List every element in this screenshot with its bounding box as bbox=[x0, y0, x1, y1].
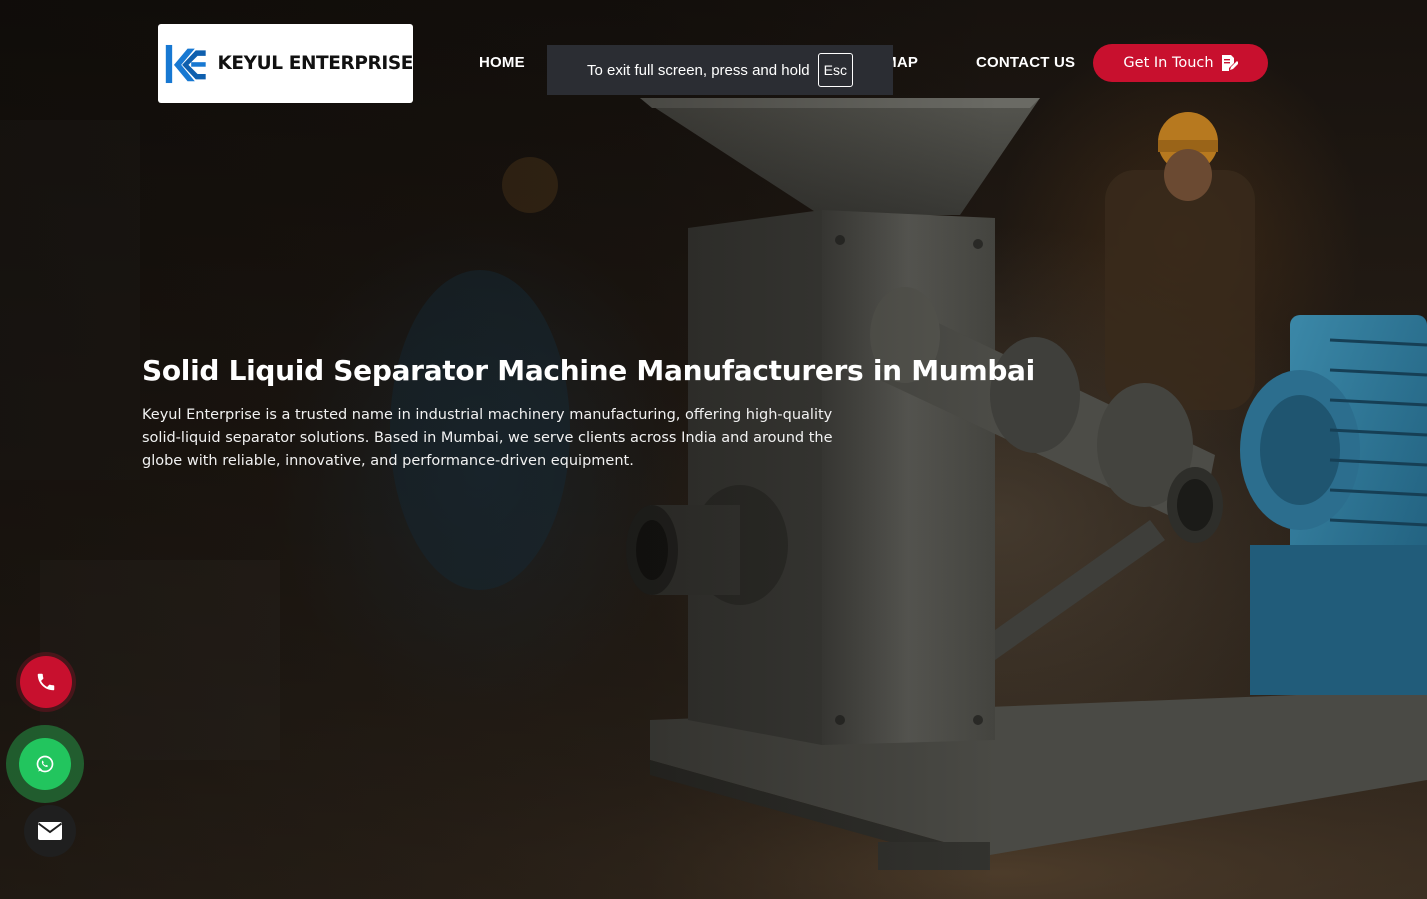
nav-home-link[interactable]: HOME bbox=[479, 54, 525, 71]
envelope-icon bbox=[37, 822, 63, 840]
whatsapp-button[interactable] bbox=[19, 738, 71, 790]
get-in-touch-button[interactable]: Get In Touch bbox=[1093, 44, 1268, 82]
phone-icon bbox=[37, 673, 55, 691]
fullscreen-exit-notice: To exit full screen, press and hold Esc bbox=[547, 45, 893, 95]
edit-note-icon bbox=[1221, 55, 1238, 71]
get-in-touch-label: Get In Touch bbox=[1123, 55, 1214, 71]
fullscreen-message: To exit full screen, press and hold bbox=[587, 61, 810, 79]
hero-title: Solid Liquid Separator Machine Manufactu… bbox=[142, 354, 1035, 387]
esc-key-label: Esc bbox=[817, 53, 853, 87]
site-logo[interactable]: KEYUL ENTERPRISE bbox=[158, 24, 413, 103]
call-button[interactable] bbox=[20, 656, 72, 708]
email-button[interactable] bbox=[24, 805, 76, 857]
ke-monogram-logo-icon bbox=[165, 44, 206, 83]
nav-contact-link[interactable]: CONTACT US bbox=[976, 54, 1075, 71]
page: KEYUL ENTERPRISE HOME SITEMAP CONTACT US… bbox=[0, 0, 1427, 899]
hero-description: Keyul Enterprise is a trusted name in in… bbox=[142, 407, 833, 469]
brand-name: KEYUL ENTERPRISE bbox=[217, 53, 414, 74]
whatsapp-icon bbox=[36, 755, 54, 773]
